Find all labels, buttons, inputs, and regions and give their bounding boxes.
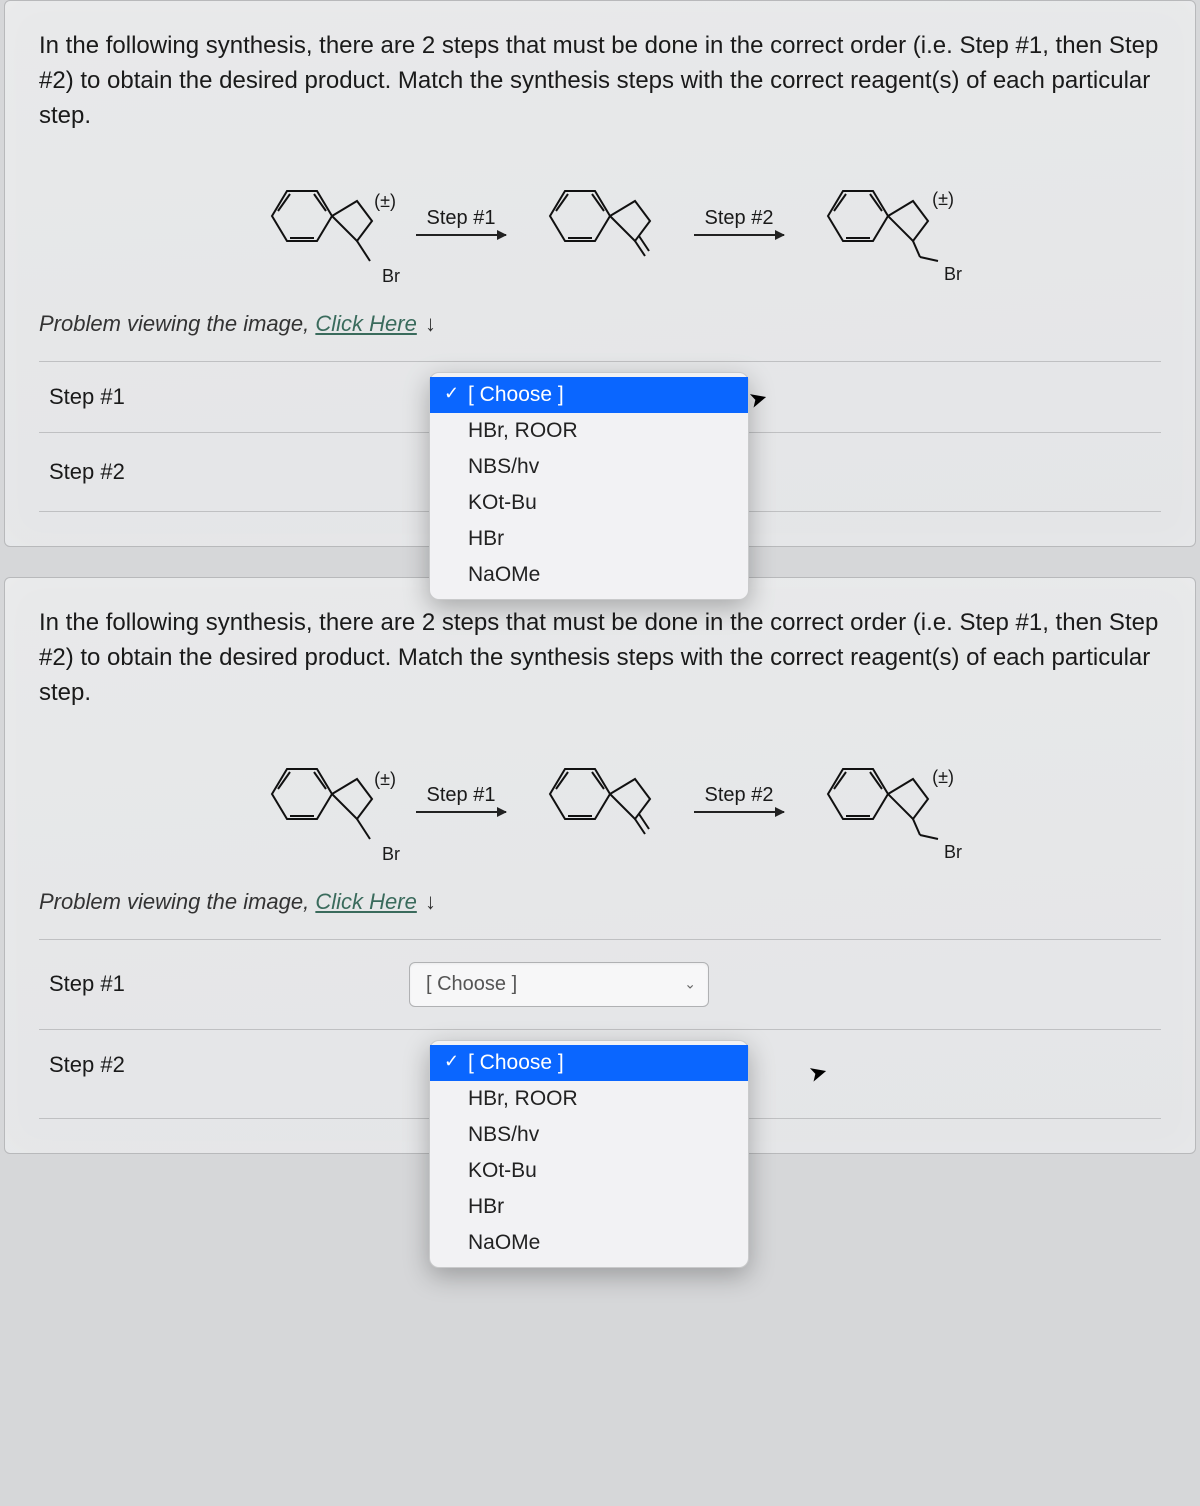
question-block: In the following synthesis, there are 2 …	[4, 0, 1196, 547]
dropdown-option[interactable]: HBr, ROOR	[430, 1081, 748, 1117]
dropdown-option[interactable]: NaOMe	[430, 557, 748, 593]
dropdown-option[interactable]: KOt-Bu	[430, 1153, 748, 1189]
dropdown-option[interactable]: HBr	[430, 521, 748, 557]
dropdown-option[interactable]: KOt-Bu	[430, 485, 748, 521]
molecule-start: (±) Br	[252, 739, 392, 859]
arrow-step1: Step #1	[406, 784, 516, 813]
cursor-icon: ➤	[806, 1058, 831, 1088]
dropdown-option[interactable]: HBr	[430, 1189, 748, 1225]
molecule-start: (±) Br	[252, 161, 392, 281]
reaction-scheme: (±) Br Step #1 Step #2	[39, 151, 1161, 291]
arrow-label: Step #2	[705, 207, 774, 230]
arrow-label: Step #2	[705, 784, 774, 807]
click-here-link[interactable]: Click Here	[315, 889, 416, 914]
dropdown-option[interactable]: [ Choose ]	[430, 377, 748, 413]
question-prompt: In the following synthesis, there are 2 …	[39, 606, 1161, 710]
racemic-label: (±)	[374, 769, 396, 790]
row-label: Step #2	[49, 459, 409, 485]
arrow-label: Step #1	[427, 784, 496, 807]
molecule-product: (±) Br	[808, 739, 948, 859]
row-label: Step #1	[49, 971, 409, 997]
reagent-dropdown[interactable]: [ Choose ] HBr, ROOR NBS/hv KOt-Bu HBr N…	[429, 1040, 749, 1268]
download-icon[interactable]: ↓	[419, 311, 436, 336]
match-row-step2: Step #2 [ Choose ] HBr, ROOR NBS/hv KOt-…	[39, 1029, 1161, 1119]
match-row-step1: Step #1 [ Choose ] HBr, ROOR NBS/hv KOt-…	[39, 361, 1161, 432]
racemic-label: (±)	[374, 191, 396, 212]
molecule-intermediate	[530, 161, 670, 281]
molecule-product: (±) Br	[808, 161, 948, 281]
click-here-link[interactable]: Click Here	[315, 311, 416, 336]
dropdown-option[interactable]: HBr, ROOR	[430, 413, 748, 449]
dropdown-option[interactable]: NBS/hv	[430, 449, 748, 485]
dropdown-option[interactable]: NBS/hv	[430, 1117, 748, 1153]
question-block: In the following synthesis, there are 2 …	[4, 577, 1196, 1153]
arrow-step2: Step #2	[684, 784, 794, 813]
dropdown-option[interactable]: [ Choose ]	[430, 1045, 748, 1081]
atom-label-br: Br	[382, 844, 400, 865]
racemic-label: (±)	[932, 767, 954, 788]
chevron-down-icon: ⌄	[684, 976, 696, 993]
question-prompt: In the following synthesis, there are 2 …	[39, 29, 1161, 133]
atom-label-br: Br	[944, 264, 962, 285]
help-text: Problem viewing the image,	[39, 311, 315, 336]
arrow-label: Step #1	[427, 207, 496, 230]
dropdown-option[interactable]: NaOMe	[430, 1225, 748, 1261]
molecule-intermediate	[530, 739, 670, 859]
row-label: Step #2	[49, 1052, 409, 1078]
reagent-dropdown[interactable]: [ Choose ] HBr, ROOR NBS/hv KOt-Bu HBr N…	[429, 372, 749, 600]
cursor-icon: ➤	[746, 384, 771, 414]
arrow-step2: Step #2	[684, 207, 794, 236]
match-row-step1: Step #1 [ Choose ] ⌄	[39, 939, 1161, 1029]
help-text: Problem viewing the image,	[39, 889, 315, 914]
atom-label-br: Br	[382, 266, 400, 287]
reagent-select[interactable]: [ Choose ] ⌄	[409, 962, 709, 1007]
racemic-label: (±)	[932, 189, 954, 210]
select-placeholder: [ Choose ]	[426, 973, 517, 995]
download-icon[interactable]: ↓	[419, 889, 436, 914]
row-label: Step #1	[49, 384, 409, 410]
atom-label-br: Br	[944, 842, 962, 863]
arrow-step1: Step #1	[406, 207, 516, 236]
image-help: Problem viewing the image, Click Here ↓	[39, 889, 1161, 915]
image-help: Problem viewing the image, Click Here ↓	[39, 311, 1161, 337]
reaction-scheme: (±) Br Step #1 Step #2	[39, 729, 1161, 869]
